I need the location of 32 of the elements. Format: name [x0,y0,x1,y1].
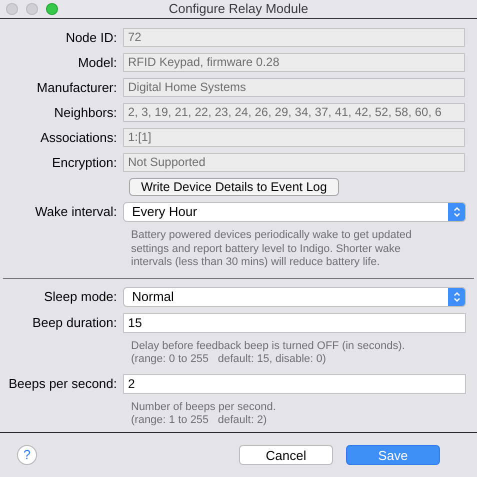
field-label: Model: [76,54,118,72]
field-label: Encryption: [50,154,118,172]
close-icon[interactable] [6,3,18,15]
readonly-field: Not Supported [123,153,465,172]
input-field[interactable]: 2 [123,374,466,394]
zoom-icon[interactable] [46,3,58,15]
readonly-field: 2, 3, 19, 21, 22, 23, 24, 26, 29, 34, 37, 41, 42, 52, 58, 60, 6 [123,103,465,122]
popup-button[interactable]: Every Hour [123,202,466,222]
write-log-button[interactable]: Write Device Details to Event Log [129,178,339,196]
field-label: Sleep mode: [43,288,118,306]
field-label: Associations: [39,128,118,147]
field-label: Wake interval: [34,203,118,222]
help-button[interactable]: ? [17,444,37,465]
readonly-field: 72 [123,28,465,47]
stepper-arrows-icon [452,206,460,218]
field-label: Neighbors: [53,104,118,122]
field-label: Beeps per second: [8,374,118,393]
readonly-field: Digital Home Systems [123,78,465,97]
field-label: Beep duration: [31,314,118,332]
help-text: Delay before feedback beep is turned OFF (in seconds). (range: 0 to 255 default: 15, disable: 0) [131,340,405,366]
popup-button[interactable]: Normal [123,286,466,306]
minimize-icon[interactable] [26,3,38,15]
input-field[interactable]: 15 [123,312,466,332]
readonly-field: RFID Keypad, firmware 0.28 [123,53,465,72]
window-title: Configure Relay Module [168,0,308,18]
readonly-field: 1:[1] [123,128,465,147]
help-text: Number of beeps per second. (range: 1 to 255 default: 2) [131,400,276,428]
help-text: Battery powered devices periodically wake to get updated settings and report battery level to Indigo. Shorter wake intervals (less than 30 mins) will reduce battery life. [131,229,412,270]
dialog-button[interactable]: Cancel [239,444,333,465]
field-label: Manufacturer: [36,78,118,97]
stepper-arrows-icon [452,290,460,302]
field-label: Node ID: [64,28,118,47]
